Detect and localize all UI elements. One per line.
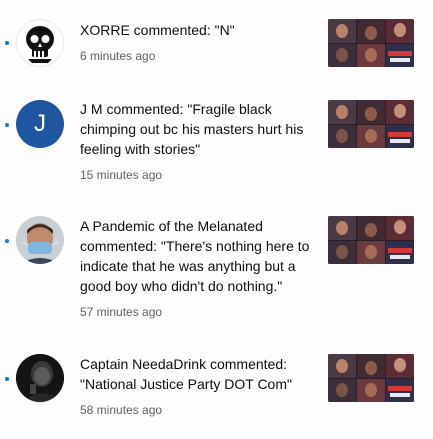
notification-item[interactable]: XORRE commented: "N" 6 minutes ago	[0, 0, 433, 86]
video-thumbnail[interactable]	[328, 216, 414, 264]
notification-text: A Pandemic of the Melanated commented: "…	[80, 216, 312, 320]
thumbnail-image	[328, 19, 414, 67]
more-options-button[interactable]	[418, 227, 432, 251]
avatar[interactable]	[16, 216, 64, 264]
thumbnail-image	[328, 354, 414, 402]
masked-person-icon	[16, 216, 64, 264]
notifications-panel: XORRE commented: "N" 6 minutes ago J J M…	[0, 0, 433, 439]
thumbnail-image	[328, 100, 414, 148]
notification-item[interactable]: Captain NeedaDrink commented: "National …	[0, 334, 433, 439]
avatar[interactable]	[16, 354, 64, 402]
avatar[interactable]	[16, 19, 64, 67]
unread-indicator	[5, 41, 9, 45]
notification-item[interactable]: A Pandemic of the Melanated commented: "…	[0, 186, 433, 334]
notification-time: 58 minutes ago	[80, 403, 163, 417]
notification-item[interactable]: J J M commented: "Fragile black chimping…	[0, 86, 433, 186]
skull-icon	[16, 19, 64, 67]
dark-portrait-icon	[16, 354, 64, 402]
video-thumbnail[interactable]	[328, 354, 414, 402]
notification-text: J M commented: "Fragile black chimping o…	[80, 99, 312, 183]
notification-time: 15 minutes ago	[80, 168, 163, 182]
notification-text: XORRE commented: "N" 6 minutes ago	[80, 20, 312, 64]
video-thumbnail[interactable]	[328, 100, 414, 148]
more-options-button[interactable]	[418, 111, 432, 135]
notification-time: 57 minutes ago	[80, 305, 163, 319]
avatar[interactable]: J	[16, 100, 64, 148]
notification-time: 6 minutes ago	[80, 49, 156, 63]
video-thumbnail[interactable]	[328, 19, 414, 67]
unread-indicator	[5, 239, 9, 243]
avatar-letter: J	[34, 110, 46, 137]
unread-indicator	[5, 123, 9, 127]
notification-message: J M commented: "Fragile black chimping o…	[80, 101, 304, 157]
thumbnail-image	[328, 216, 414, 264]
notification-message: A Pandemic of the Melanated commented: "…	[80, 218, 310, 294]
more-options-button[interactable]	[418, 365, 432, 389]
notification-text: Captain NeedaDrink commented: "National …	[80, 354, 312, 418]
more-options-button[interactable]	[418, 30, 432, 54]
notification-message: XORRE commented: "N"	[80, 22, 235, 38]
notification-message: Captain NeedaDrink commented: "National …	[80, 356, 292, 392]
unread-indicator	[5, 377, 9, 381]
